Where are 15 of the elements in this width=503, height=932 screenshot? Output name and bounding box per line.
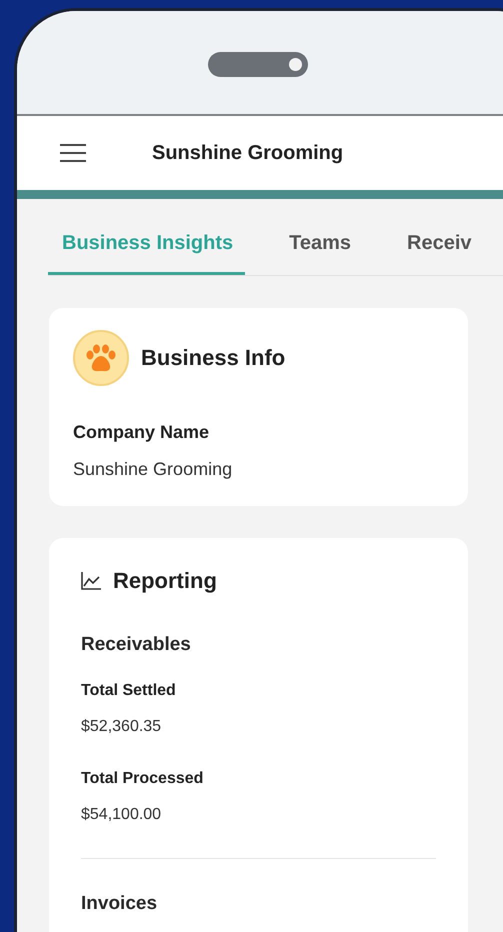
metric-label: Total Processed xyxy=(81,770,204,788)
line-chart-icon xyxy=(81,572,101,590)
tab[interactable]: Receiv xyxy=(393,215,484,275)
metric-label: Total Settled xyxy=(81,682,177,700)
field-value: Sunshine Grooming xyxy=(73,459,234,480)
menu-icon[interactable] xyxy=(60,144,86,162)
section-title: Invoices xyxy=(81,893,158,915)
section-title: Receivables xyxy=(81,634,192,656)
card-title: Reporting xyxy=(113,568,217,594)
metric-value: $52,360.35 xyxy=(81,718,162,736)
app-title: Sunshine Grooming xyxy=(152,142,344,164)
tab[interactable]: Teams xyxy=(275,215,364,275)
metric-value: $54,100.00 xyxy=(81,806,162,824)
field-label: Company Name xyxy=(73,422,210,443)
card-title: Business Info xyxy=(141,345,286,371)
